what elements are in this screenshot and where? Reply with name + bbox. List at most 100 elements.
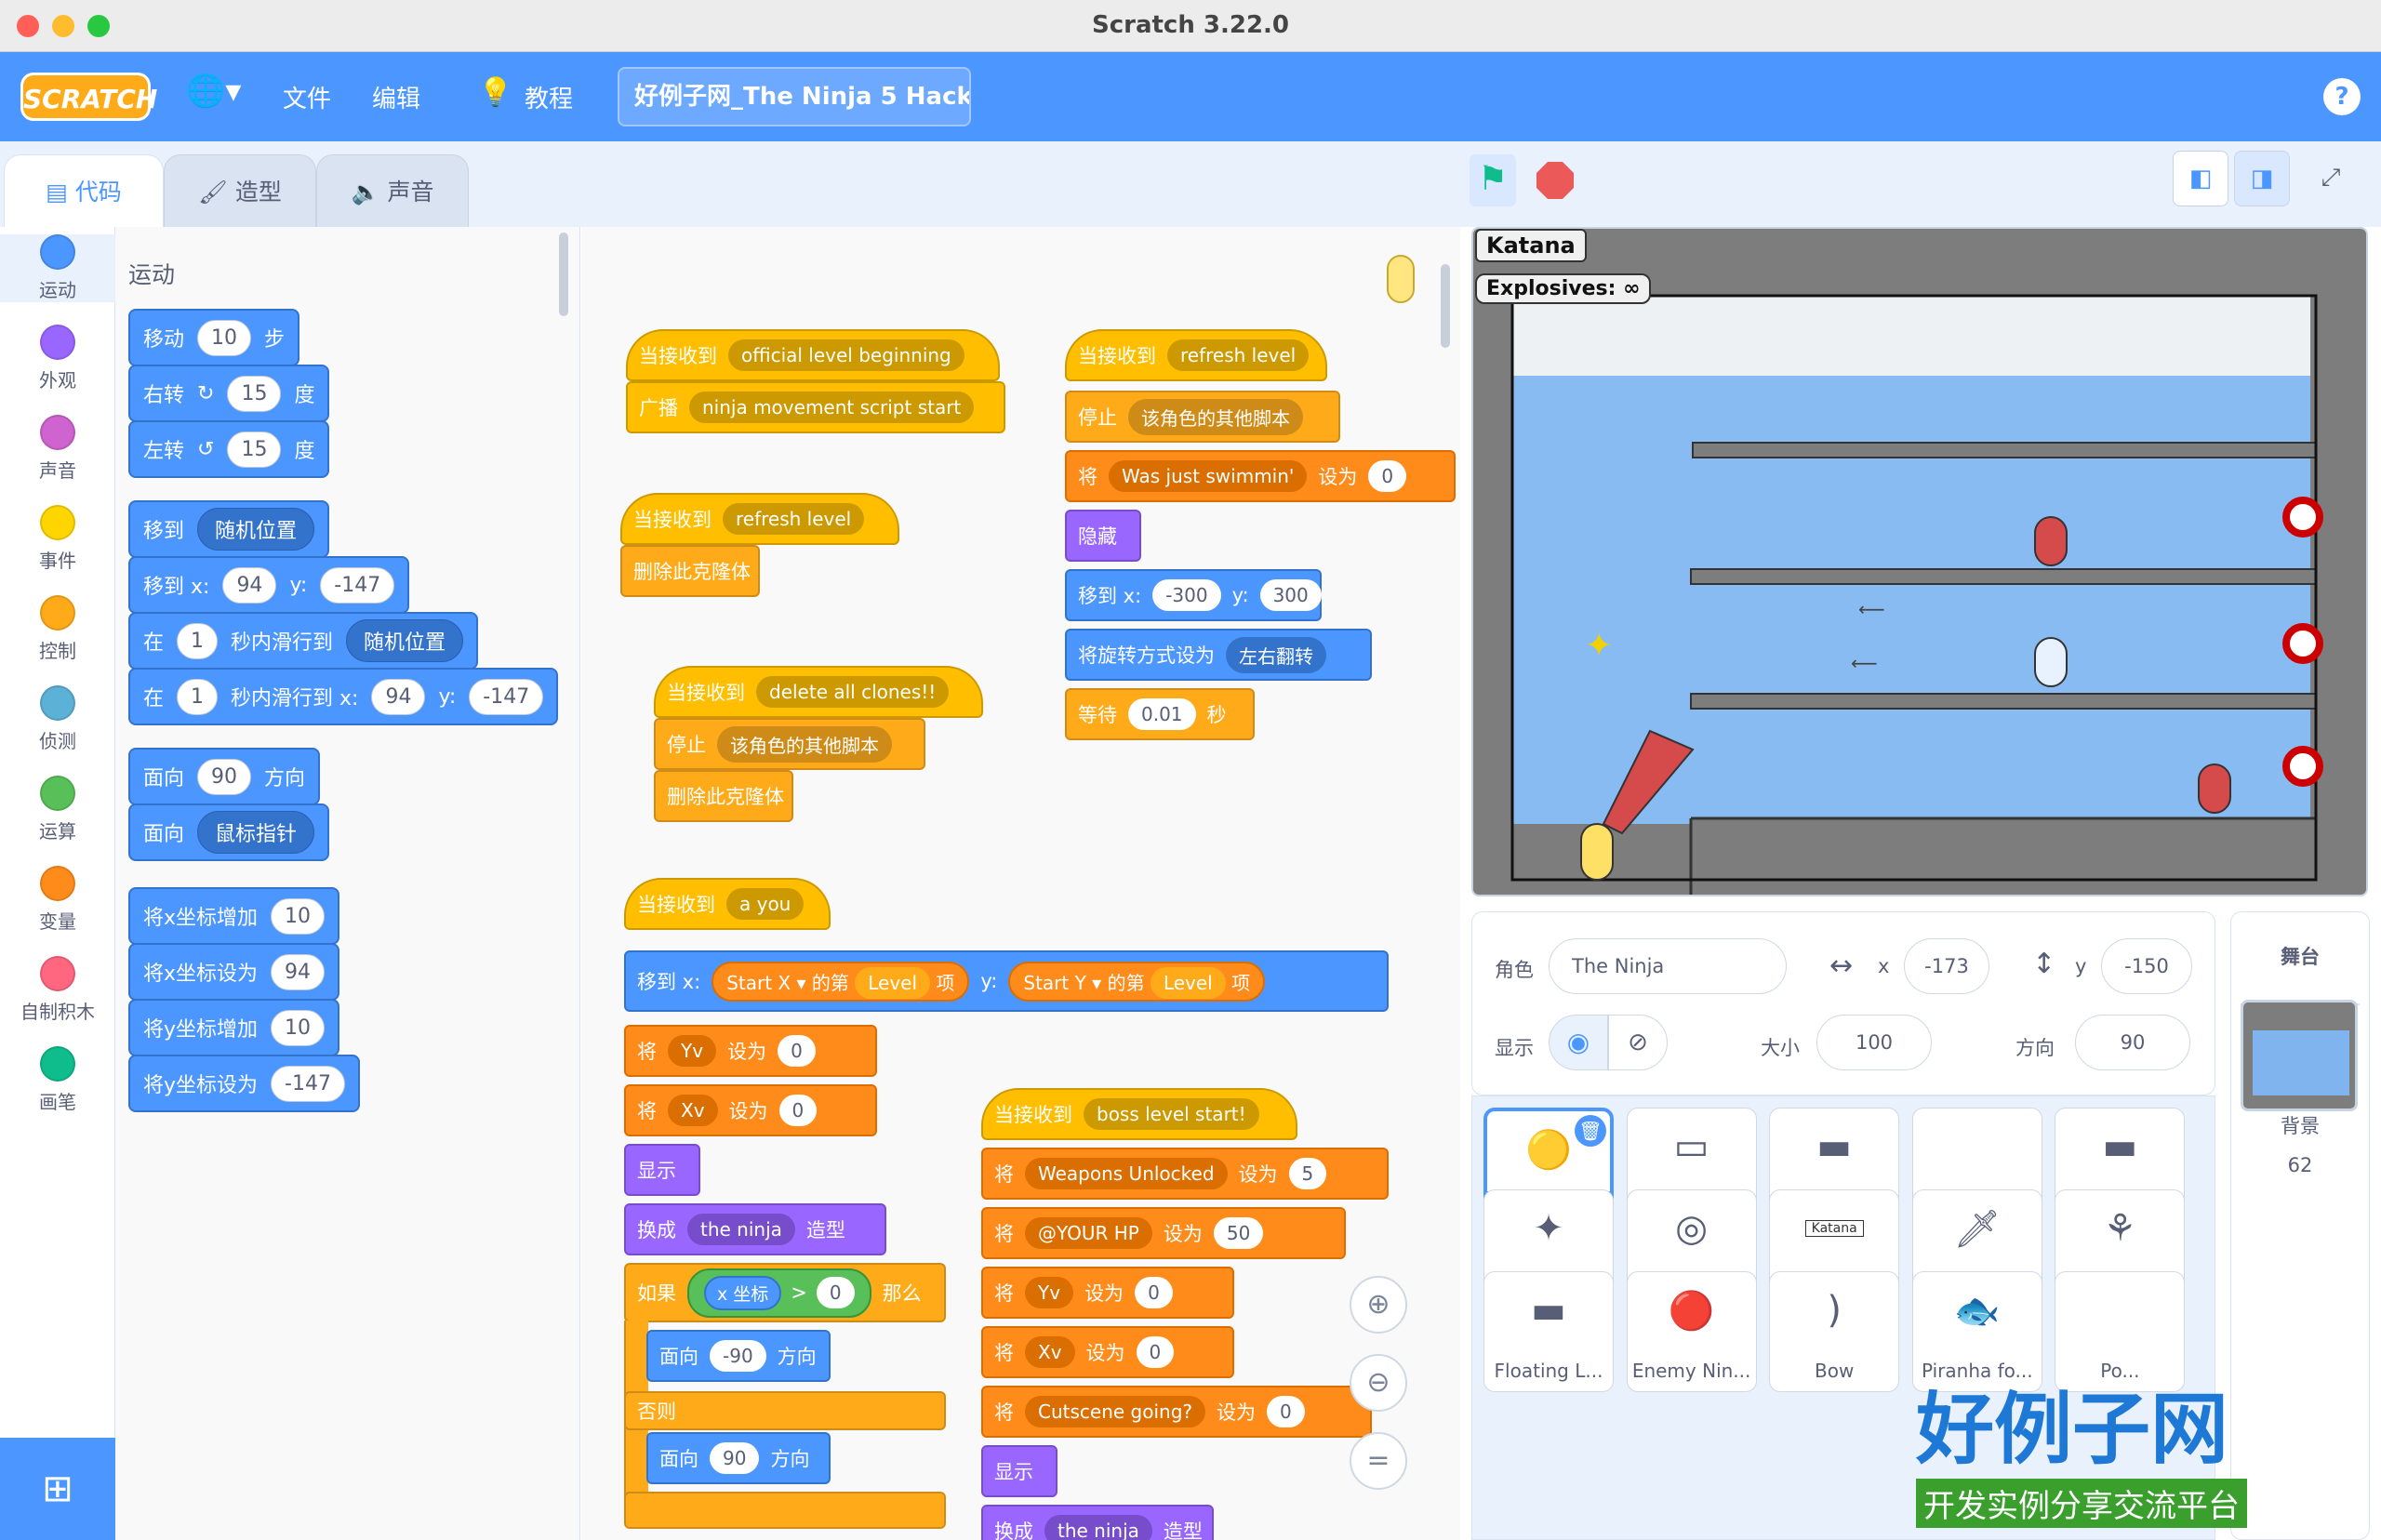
block-broadcast[interactable]: 广播 ninja movement script start [626,381,1005,433]
scratch-logo[interactable]: SCRATCH [20,73,157,121]
tab-sounds[interactable]: 🔈 声音 [316,154,469,229]
zoom-out-icon[interactable]: ⊖ [1350,1354,1407,1412]
block-glide-random[interactable]: 在 1 秒内滑行到 随机位置 [128,612,479,670]
sprite-tile[interactable]: ) Bow [1769,1271,1900,1392]
block-delete-clone[interactable]: 删除此克隆体 [620,545,760,597]
zoom-in-icon[interactable]: ⊕ [1350,1276,1407,1334]
block-if-else[interactable]: 如果 x 坐标 >0 那么 [624,1263,946,1322]
code-area[interactable]: 当接收到 official level beginning 广播 ninja mov… [581,227,1460,1540]
palette-scrollbar[interactable] [559,232,568,316]
enemy-icon: 🔴 [1668,1289,1715,1333]
block-switch-costume[interactable]: 换成 the ninja 造型 [624,1203,886,1255]
category-6[interactable]: 运算 [0,776,115,843]
block-goto-xy[interactable]: 移到 x: 94 y: -147 [128,556,410,614]
hat-when-receive-official[interactable]: 当接收到 official level beginning [626,329,1000,381]
block-move-steps[interactable]: 移动 10 步 [128,309,300,366]
small-stage-icon[interactable]: ◧ [2173,151,2228,206]
sprite-tile[interactable]: 🔴 Enemy Nin... [1626,1271,1757,1392]
category-label: 事件 [39,550,76,572]
block-point-direction[interactable]: 面向 90 方向 [128,748,321,805]
block-goto-random[interactable]: 移到 随机位置 [128,500,330,558]
block-point-towards[interactable]: 面向 鼠标指针 [128,803,330,861]
edit-menu[interactable]: 编辑 [372,80,420,114]
ground-icon: ▭ [1673,1125,1709,1168]
hat-when-receive-refresh-2[interactable]: 当接收到 refresh level [1065,329,1327,381]
weapon-icon: Katana [1770,1190,1898,1267]
block-set-y[interactable]: 将y坐标设为 -147 [128,1055,360,1112]
hat-when-receive-delete[interactable]: 当接收到 delete all clones!! [654,666,983,718]
direction-input[interactable]: 90 [2075,1015,2190,1070]
block-glide-xy[interactable]: 在 1 秒内滑行到 x: 94 y: -147 [128,668,559,725]
block-hide[interactable]: 隐藏 [1065,510,1141,562]
fullscreen-icon[interactable]: ⤢ [2303,151,2359,206]
stage-panel-title: 舞台 [2281,946,2320,968]
category-1[interactable]: 外观 [0,325,115,392]
block-set-x[interactable]: 将x坐标设为 94 [128,943,340,1001]
category-dot-icon [40,234,75,270]
hide-eye-icon[interactable]: ⊘ [1608,1015,1668,1070]
category-4[interactable]: 控制 [0,595,115,663]
zoom-reset-icon[interactable]: = [1350,1432,1407,1490]
show-eye-icon[interactable]: ◉ [1549,1015,1608,1070]
block-show-2[interactable]: 显示 [981,1445,1057,1497]
sprite-tile[interactable]: ▬ Floating L... [1483,1271,1614,1392]
block-change-x[interactable]: 将x坐标增加 10 [128,887,340,945]
category-2[interactable]: 声音 [0,415,115,483]
block-point-m90[interactable]: 面向 -90 方向 [646,1330,831,1382]
block-wait[interactable]: 等待 0.01 秒 [1065,688,1255,740]
katana-monitor: Katana [1475,229,1587,262]
hat-when-receive-refresh[interactable]: 当接收到 refresh level [620,493,899,545]
file-menu[interactable]: 文件 [283,80,331,114]
category-7[interactable]: 变量 [0,866,115,934]
stage-selector[interactable]: 舞台 背景 62 [2230,911,2370,1540]
block-set-yv[interactable]: 将 Yv 设为 0 [624,1025,877,1077]
block-show[interactable]: 显示 [624,1144,700,1196]
block-set-weapons[interactable]: 将 Weapons Unlocked 设为 5 [981,1148,1389,1200]
category-8[interactable]: 自制积木 [0,956,115,1024]
block-switch-costume-2[interactable]: 换成 the ninja 造型 [981,1505,1214,1540]
hat-when-receive-you[interactable]: 当接收到 a you [624,878,831,930]
block-rotation-style[interactable]: 将旋转方式设为 左右翻转 [1065,629,1372,681]
block-turn-left[interactable]: 左转 ↺ 15 度 [128,420,330,478]
block-set-hp[interactable]: 将 @YOUR HP 设为 50 [981,1207,1346,1259]
block-stop-other[interactable]: 停止 该角色的其他脚本 [654,718,925,770]
sprite-name-input[interactable]: The Ninja [1549,938,1787,994]
add-extension-button[interactable]: ⊞ [0,1438,115,1540]
block-set-cutscene[interactable]: 将 Cutscene going? 设为 0 [981,1386,1372,1438]
block-turn-right[interactable]: 右转 ↻ 15 度 [128,365,330,422]
tab-code[interactable]: ▤ 代码 [4,154,164,229]
grapple-icon: ⚘ [2103,1207,2137,1250]
stage-canvas[interactable]: ✦ ⟵ ⟵ Katana Explosives: ∞ [1471,227,2368,896]
stop-sign-icon[interactable] [1536,162,1574,199]
green-flag-icon[interactable]: ⚑ [1470,154,1516,206]
size-input[interactable]: 100 [1816,1015,1932,1070]
block-point-90[interactable]: 面向 90 方向 [646,1432,831,1484]
tutorials-menu[interactable]: 教程 [525,80,573,114]
category-3[interactable]: 事件 [0,505,115,573]
code-scrollbar[interactable] [1441,264,1450,348]
y-input[interactable]: -150 [2101,938,2192,994]
project-title-input[interactable]: 好例子网_The Ninja 5 Hack... [618,67,971,126]
block-goto-xy-script[interactable]: 移到 x: -300 y: 300 [1065,569,1322,621]
tutorials-bulb-icon[interactable]: 💡 [478,76,512,109]
category-0[interactable]: 运动 [0,234,115,302]
block-set-xv[interactable]: 将 Xv 设为 0 [624,1084,877,1136]
block-set-xv-2[interactable]: 将 Xv 设为 0 [981,1326,1234,1378]
help-icon[interactable]: ? [2323,78,2361,115]
tab-costumes[interactable]: 🖌 造型 [164,154,316,229]
backdrop-thumbnail[interactable] [2241,1000,2358,1111]
block-stop-other-2[interactable]: 停止 该角色的其他脚本 [1065,391,1340,443]
block-set-swimming[interactable]: 将 Was just swimmin' 设为 0 [1065,450,1456,502]
delete-sprite-icon[interactable]: 🗑 [1575,1115,1606,1147]
block-set-yv-2[interactable]: 将 Yv 设为 0 [981,1267,1234,1319]
language-globe-icon[interactable]: 🌐▾ [186,73,241,110]
block-change-y[interactable]: 将y坐标增加 10 [128,999,340,1056]
category-9[interactable]: 画笔 [0,1046,115,1114]
block-goto-list-xy[interactable]: 移到 x: Start X ▾ 的第 Level 项 y: Start Y ▾ 的第 … [624,950,1389,1012]
x-input[interactable]: -173 [1904,938,1989,994]
block-delete-clone-2[interactable]: 删除此克隆体 [654,770,793,822]
category-5[interactable]: 侦测 [0,685,115,753]
hat-when-receive-boss[interactable]: 当接收到 boss level start! [981,1088,1297,1140]
normal-stage-icon[interactable]: ◨ [2234,151,2290,206]
y-arrows-icon: ↕ [2032,948,2056,980]
